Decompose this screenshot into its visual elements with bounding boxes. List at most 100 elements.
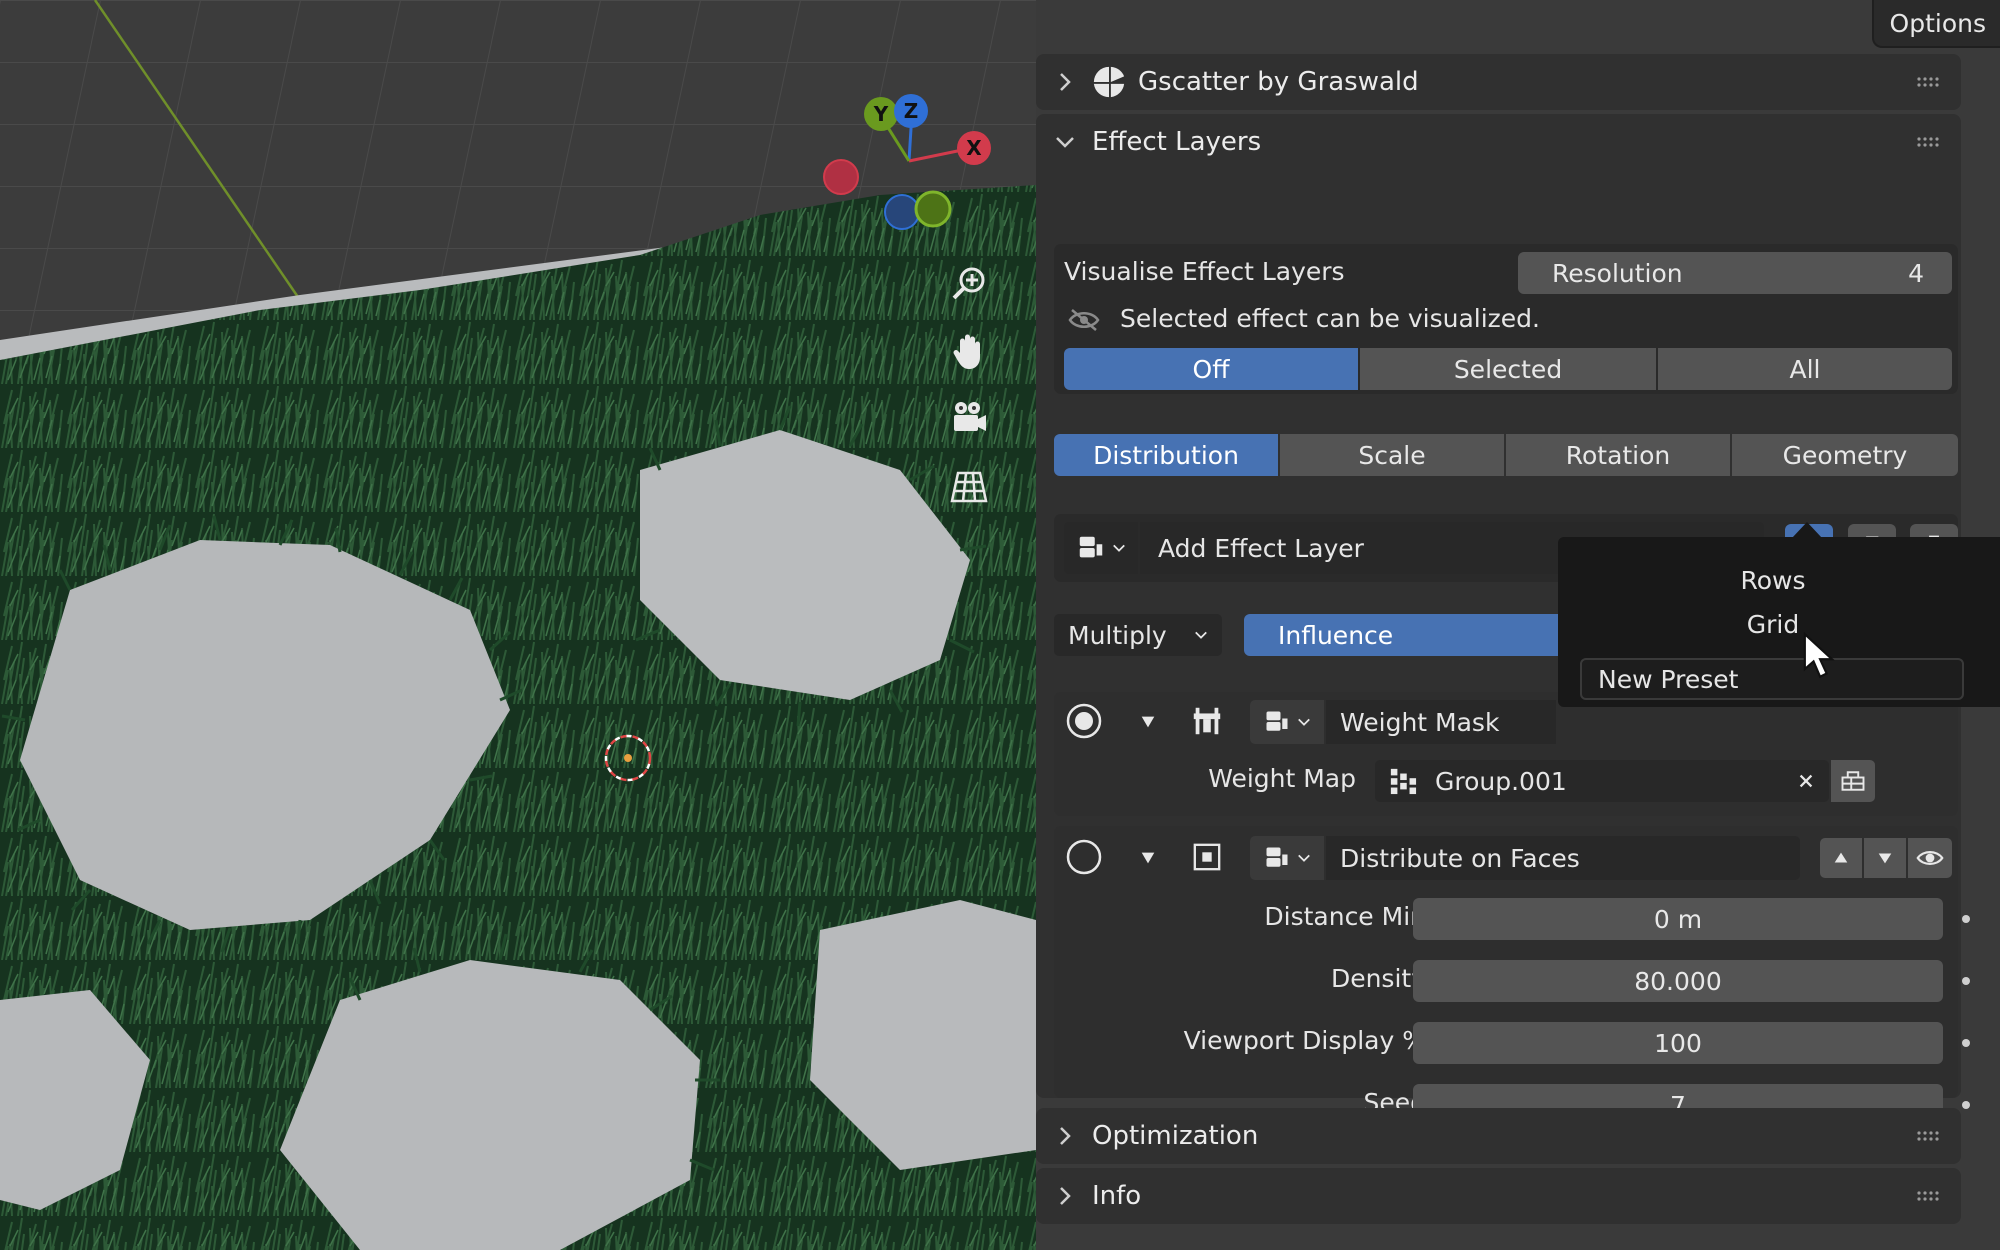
viewport-display-label: Viewport Display % <box>1183 1026 1426 1055</box>
preset-menu: Rows Grid New Preset <box>1558 537 2000 707</box>
layer-inactive-radio-icon[interactable] <box>1064 837 1104 877</box>
layer-1-name-field[interactable]: Weight Mask <box>1326 700 1556 744</box>
drag-grip-icon[interactable] <box>1917 1190 1943 1202</box>
new-preset-placeholder: New Preset <box>1598 664 1739 694</box>
eye-icon <box>1916 851 1944 865</box>
layer-1-type-menu[interactable] <box>1250 700 1324 744</box>
layer-type-menu[interactable] <box>1064 522 1138 574</box>
move-layer-down-button[interactable] <box>1864 838 1906 878</box>
gizmo-z-axis[interactable]: Z <box>894 94 928 128</box>
layer-active-radio-icon[interactable] <box>1064 701 1104 741</box>
seed-keyframe-dot[interactable] <box>1962 1101 1970 1109</box>
eye-hidden-icon <box>1068 309 1100 331</box>
vertex-group-icon <box>1390 768 1417 795</box>
gizmo-z-label: Z <box>903 99 919 123</box>
tab-geometry[interactable]: Geometry <box>1732 434 1958 476</box>
move-layer-up-button[interactable] <box>1820 838 1862 878</box>
triangle-up-icon <box>1834 852 1848 863</box>
camera-view-button[interactable] <box>941 390 997 446</box>
layer-2-type-menu[interactable] <box>1250 836 1324 880</box>
chevron-right-icon <box>1060 1127 1071 1145</box>
vis-mode-all-button[interactable]: All <box>1658 348 1952 390</box>
camera-icon <box>954 402 986 431</box>
gizmo-x-axis[interactable]: X <box>957 131 991 165</box>
pan-button[interactable] <box>941 324 997 380</box>
layer-2-name-field[interactable]: Distribute on Faces <box>1326 836 1800 880</box>
viewport-display-field[interactable]: 100 <box>1413 1022 1943 1064</box>
vis-mode-off-label: Off <box>1192 354 1230 384</box>
vis-mode-selected-button[interactable]: Selected <box>1360 348 1656 390</box>
gizmo-x-label: X <box>966 136 982 160</box>
effect-layer-icon <box>1266 847 1288 867</box>
preset-menu-item-grid[interactable]: Grid <box>1558 605 1988 643</box>
chevron-right-icon <box>1060 1187 1071 1205</box>
effect-layers-panel-header[interactable]: Effect Layers <box>1036 114 1961 170</box>
new-preset-input[interactable]: New Preset <box>1580 658 1964 700</box>
resolution-value: 4 <box>1908 258 1924 288</box>
chevron-down-icon <box>1056 137 1074 148</box>
add-effect-layer-label: Add Effect Layer <box>1158 533 1364 563</box>
resolution-field[interactable]: Resolution 4 <box>1518 252 1952 294</box>
perspective-toggle-button[interactable] <box>941 458 997 514</box>
drag-grip-icon[interactable] <box>1917 1130 1943 1142</box>
weight-map-field[interactable]: Group.001 <box>1375 760 1829 802</box>
viewport-scene <box>0 0 1036 1250</box>
tab-scale-label: Scale <box>1358 440 1426 470</box>
tab-rotation[interactable]: Rotation <box>1506 434 1730 476</box>
weight-map-browse-button[interactable] <box>1831 760 1875 802</box>
info-panel-header[interactable]: Info <box>1036 1168 1961 1224</box>
zoom-icon <box>952 267 985 300</box>
distance-min-field[interactable]: 0 m <box>1413 898 1943 940</box>
density-label: Density <box>1330 964 1426 993</box>
optimization-panel-title: Optimization <box>1092 1121 1259 1151</box>
distance-min-keyframe-dot[interactable] <box>1962 915 1970 923</box>
triangle-down-icon[interactable] <box>1139 849 1157 867</box>
gscatter-panel-header[interactable]: Gscatter by Graswald <box>1036 54 1961 110</box>
tab-distribution[interactable]: Distribution <box>1054 434 1278 476</box>
visualise-label: Visualise Effect Layers <box>1064 257 1345 286</box>
weight-paint-icon <box>1193 707 1221 735</box>
layer-visibility-button[interactable] <box>1908 838 1952 878</box>
layer-1-name: Weight Mask <box>1340 707 1500 737</box>
effect-layer-icon <box>1079 536 1103 558</box>
gizmo-y-label: Y <box>873 102 889 126</box>
chevron-down-icon <box>1298 854 1310 862</box>
viewport-display-value: 100 <box>1654 1028 1702 1058</box>
density-field[interactable]: 80.000 <box>1413 960 1943 1002</box>
zoom-button[interactable] <box>941 256 997 312</box>
info-panel: Info <box>1036 1168 1961 1224</box>
density-value: 80.000 <box>1634 966 1722 996</box>
preset-rows-label: Rows <box>1740 565 1806 595</box>
influence-label: Influence <box>1278 620 1394 650</box>
weight-map-label: Weight Map <box>1208 764 1356 793</box>
vis-mode-selected-label: Selected <box>1453 354 1563 384</box>
triangle-down-icon <box>1878 853 1892 864</box>
density-keyframe-dot[interactable] <box>1962 977 1970 985</box>
preset-grid-label: Grid <box>1746 609 1800 639</box>
tab-geometry-label: Geometry <box>1782 440 1908 470</box>
drag-grip-icon[interactable] <box>1917 136 1943 148</box>
options-button[interactable]: Options <box>1871 0 2000 48</box>
triangle-down-icon[interactable] <box>1139 713 1157 731</box>
vis-mode-all-label: All <box>1789 354 1821 384</box>
drag-grip-icon[interactable] <box>1917 76 1943 88</box>
gizmo-y-axis[interactable]: Y <box>864 97 898 131</box>
optimization-panel-header[interactable]: Optimization <box>1036 1108 1961 1164</box>
gscatter-panel-title: Gscatter by Graswald <box>1138 67 1419 97</box>
visualise-info-text: Selected effect can be visualized. <box>1120 304 1540 333</box>
chevron-down-icon <box>1298 718 1310 726</box>
hand-icon <box>953 334 980 369</box>
viewport-display-keyframe-dot[interactable] <box>1962 1039 1970 1047</box>
blend-mode-dropdown[interactable]: Multiply <box>1054 614 1222 656</box>
preset-menu-item-rows[interactable]: Rows <box>1558 561 1988 599</box>
resolution-label: Resolution <box>1552 258 1683 288</box>
grid-perspective-icon <box>950 471 988 503</box>
optimization-panel: Optimization <box>1036 1108 1961 1164</box>
effect-layers-panel-title: Effect Layers <box>1092 127 1262 157</box>
chevron-right-icon <box>1060 73 1071 91</box>
tab-distribution-label: Distribution <box>1093 440 1239 470</box>
menu-pointer-arrow <box>1792 522 1822 538</box>
tab-scale[interactable]: Scale <box>1280 434 1504 476</box>
vis-mode-off-button[interactable]: Off <box>1064 348 1358 390</box>
close-icon[interactable] <box>1797 772 1815 790</box>
